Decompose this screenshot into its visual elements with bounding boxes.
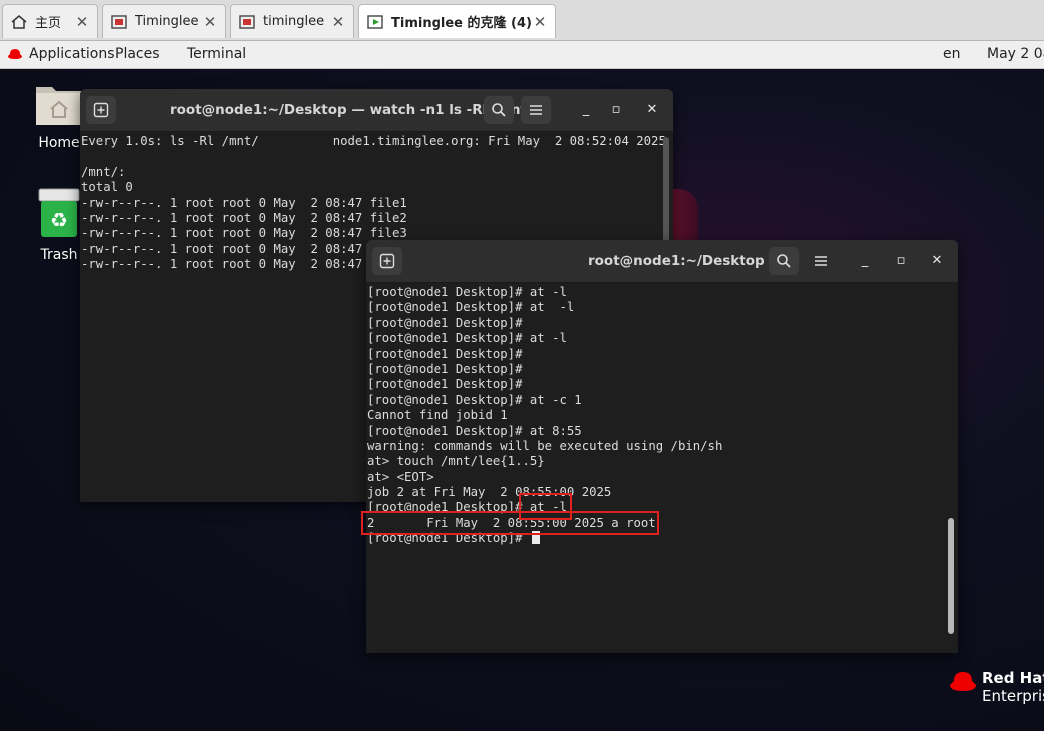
menu-button[interactable]: [806, 247, 836, 275]
gnome-top-bar: Applications Places Terminal en May 2 08: [0, 41, 1044, 69]
desktop-window-line: [root@node1 Desktop]# at -l: [367, 331, 567, 346]
highlight-job-row: [361, 511, 659, 535]
minimize-icon[interactable]: _: [855, 251, 875, 271]
window-header: root@node1:~/Desktop _ ▫ ✕: [366, 240, 958, 283]
desktop-terminal-window[interactable]: root@node1:~/Desktop _ ▫ ✕ [root@node1 D…: [366, 240, 958, 653]
desktop-window-line: [root@node1 Desktop]#: [367, 346, 523, 361]
hamburger-menu-icon: [530, 105, 542, 115]
desktop-window-line: warning: commands will be executed using…: [367, 438, 723, 453]
desktop-window-line: [root@node1 Desktop]#: [367, 377, 523, 392]
watch-window-line: /mnt/:: [81, 164, 126, 179]
new-tab-button[interactable]: [86, 96, 116, 124]
close-icon[interactable]: ✕: [73, 13, 91, 31]
tab-home[interactable]: 主页 ✕: [2, 4, 98, 38]
minimize-icon[interactable]: _: [576, 100, 596, 120]
menu-button[interactable]: [521, 96, 551, 124]
close-icon[interactable]: ✕: [927, 251, 947, 271]
language-indicator[interactable]: en: [943, 46, 961, 62]
home-icon: [11, 14, 27, 30]
close-icon[interactable]: ✕: [642, 100, 662, 120]
places-menu[interactable]: Places: [115, 46, 160, 62]
vm-icon: [239, 14, 255, 30]
search-button[interactable]: [484, 96, 514, 124]
redhat-logo-icon: [7, 47, 23, 65]
close-icon[interactable]: ✕: [329, 13, 347, 31]
maximize-icon[interactable]: ▫: [891, 251, 911, 271]
desktop-window-line: at> touch /mnt/lee{1..5}: [367, 454, 545, 469]
scrollbar[interactable]: [948, 518, 954, 634]
new-tab-icon: [93, 102, 109, 118]
tab-timinglee[interactable]: Timinglee ✕: [102, 4, 226, 38]
vm-running-icon: [367, 14, 383, 30]
tab-timinglee-clone[interactable]: Timinglee 的克隆 (4) ✕: [358, 4, 556, 38]
watch-window-line: [81, 149, 666, 164]
desktop-window-line: [root@node1 Desktop]# at 8:55: [367, 423, 582, 438]
redhat-brand: Red Hat Enterpris: [948, 667, 1044, 711]
window-header: root@node1:~/Desktop — watch -n1 ls -Rl …: [80, 89, 673, 132]
hamburger-menu-icon: [815, 256, 827, 266]
desktop-window-line: [root@node1 Desktop]#: [367, 361, 523, 376]
watch-window-line: Every 1.0s: ls -Rl /mnt/ node1.timinglee…: [81, 134, 666, 148]
new-tab-button[interactable]: [372, 247, 402, 275]
clock[interactable]: May 2 08: [987, 46, 1044, 62]
search-button[interactable]: [769, 247, 799, 275]
search-icon: [492, 103, 506, 117]
close-icon[interactable]: ✕: [201, 13, 219, 31]
search-icon: [777, 254, 791, 268]
trash-icon: ♻: [38, 188, 80, 237]
desktop-window-line: at> <EOT>: [367, 469, 434, 484]
maximize-icon[interactable]: ▫: [606, 100, 626, 120]
vm-tab-strip: 主页 ✕ Timinglee ✕ timinglee ✕ Timinglee 的…: [0, 0, 1044, 41]
vm-icon: [111, 14, 127, 30]
brand-line-1: Red Hat: [982, 669, 1044, 687]
svg-text:♻: ♻: [50, 208, 68, 232]
redhat-hat-icon: [950, 672, 976, 691]
desktop-window-line: [root@node1 Desktop]#: [367, 315, 523, 330]
desktop-window-line: Cannot find jobid 1: [367, 408, 508, 423]
window-title: root@node1:~/Desktop: [588, 253, 765, 269]
new-tab-icon: [379, 253, 395, 269]
desktop-window-line: [root@node1 Desktop]# at -l: [367, 300, 575, 315]
close-icon[interactable]: ✕: [531, 13, 549, 31]
watch-window-line: total 0: [81, 180, 133, 195]
watch-window-line: -rw-r--r--. 1 root root 0 May 2 08:47 fi…: [81, 195, 407, 210]
terminal-menu[interactable]: Terminal: [187, 46, 246, 62]
tab-timinglee-2[interactable]: timinglee ✕: [230, 4, 354, 38]
folder-icon: [36, 87, 82, 125]
applications-menu[interactable]: Applications: [29, 46, 115, 62]
brand-line-2: Enterpris: [982, 687, 1044, 705]
window-title: root@node1:~/Desktop — watch -n1 ls -Rl …: [170, 102, 532, 118]
desktop-window-line: [root@node1 Desktop]# at -l: [367, 285, 567, 299]
watch-window-line: -rw-r--r--. 1 root root 0 May 2 08:47 fi…: [81, 210, 407, 225]
desktop-window-line: [root@node1 Desktop]# at -c 1: [367, 392, 582, 407]
